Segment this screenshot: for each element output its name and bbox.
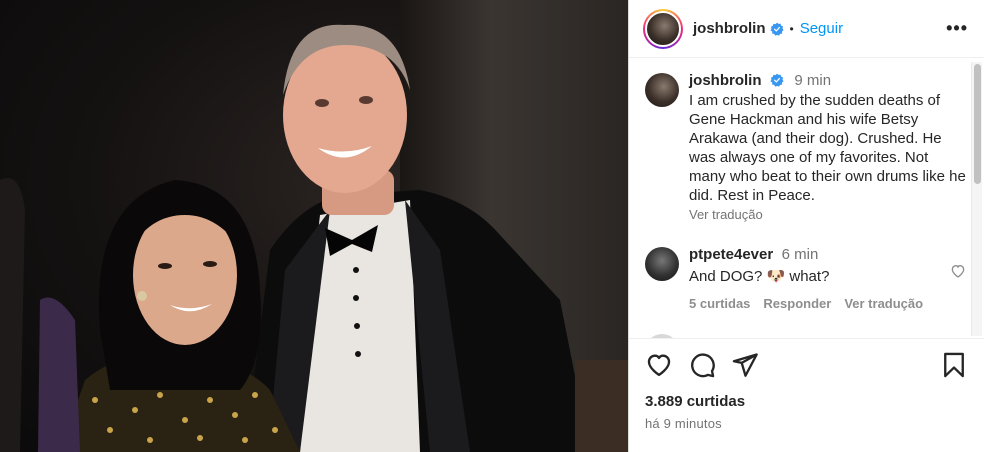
comment-like-heart-icon[interactable] [950, 263, 966, 279]
comment-actions: 5 curtidas Responder Ver tradução [689, 296, 968, 311]
verified-badge-icon [769, 22, 784, 36]
post-likes-count[interactable]: 3.889 curtidas [645, 393, 968, 410]
comment-row: ptpete4ever 6 min And DOG? 🐶 what? 5 cur… [645, 246, 968, 311]
caption-text: I am crushed by the sudden deaths of Gen… [689, 92, 966, 204]
like-heart-icon[interactable] [645, 351, 673, 379]
caption-author-avatar[interactable] [645, 73, 679, 107]
scrollbar-thumb[interactable] [974, 64, 981, 184]
share-send-icon[interactable] [731, 351, 759, 379]
comment-time: 6 min [781, 246, 819, 263]
comment-translate-link[interactable]: Ver tradução [844, 296, 923, 311]
comments-scrollbar[interactable] [971, 62, 982, 336]
comments-list[interactable]: joshbrolin 9 min I am crushed by the sud… [629, 60, 968, 338]
more-options-icon[interactable]: ••• [946, 18, 968, 39]
author-avatar[interactable] [645, 10, 681, 47]
photo-ledge [575, 360, 628, 452]
comment-body: ptpete4ever 6 min And DOG? 🐶 what? 5 cur… [689, 246, 968, 311]
caption-username[interactable]: joshbrolin [689, 72, 762, 89]
caption-time: 9 min [794, 72, 832, 89]
header-separator: • [789, 21, 794, 36]
caption-body: joshbrolin 9 min I am crushed by the sud… [689, 72, 968, 222]
post-timestamp: há 9 minutos [645, 416, 722, 431]
author-username[interactable]: joshbrolin [693, 20, 766, 37]
comment-avatar[interactable] [645, 247, 679, 281]
post-footer: 3.889 curtidas há 9 minutos [629, 338, 984, 452]
photo-figures [0, 24, 590, 452]
post-photo[interactable] [0, 0, 628, 452]
follow-button[interactable]: Seguir [800, 20, 843, 37]
caption-row: joshbrolin 9 min I am crushed by the sud… [645, 72, 968, 222]
comment-text: And DOG? 🐶 what? [689, 268, 830, 285]
comment-likes-count[interactable]: 5 curtidas [689, 296, 750, 311]
save-bookmark-icon[interactable] [940, 351, 968, 379]
author-avatar-story-ring[interactable] [643, 8, 683, 49]
caption-translate-link[interactable]: Ver tradução [689, 207, 968, 222]
comment-reply-button[interactable]: Responder [763, 296, 831, 311]
comment-username[interactable]: ptpete4ever [689, 246, 773, 263]
post-side-panel: joshbrolin • Seguir ••• joshbrolin 9 min [628, 0, 984, 452]
post-header: joshbrolin • Seguir ••• [629, 0, 984, 58]
post-actions [645, 351, 968, 379]
comment-bubble-icon[interactable] [688, 351, 716, 379]
verified-badge-icon [770, 73, 784, 87]
